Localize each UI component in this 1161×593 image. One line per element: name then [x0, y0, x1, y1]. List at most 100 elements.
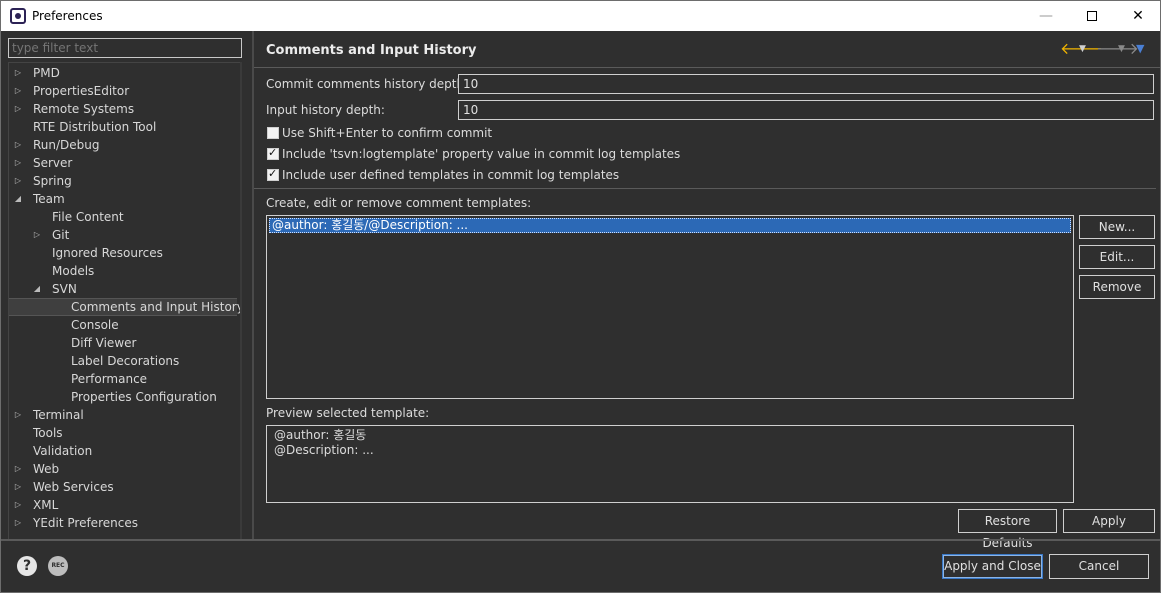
tree-item[interactable]: Performance	[9, 370, 237, 388]
tree-item[interactable]: Spring	[9, 172, 237, 190]
tree-item-label: XML	[33, 498, 59, 512]
tree-item-label: Run/Debug	[33, 138, 100, 152]
collapsed-arrow-icon[interactable]	[13, 514, 23, 532]
close-button[interactable]: ✕	[1115, 1, 1161, 31]
forward-menu-icon[interactable]: ▼	[1118, 40, 1125, 58]
collapsed-arrow-icon[interactable]	[13, 496, 23, 514]
tree-item[interactable]: PMD	[9, 64, 237, 82]
tree-item[interactable]: XML	[9, 496, 237, 514]
remove-template-button[interactable]: Remove	[1079, 275, 1155, 299]
tree-item-label: PropertiesEditor	[33, 84, 130, 98]
commit-depth-field[interactable]: 10	[458, 74, 1154, 94]
tree-item[interactable]: Diff Viewer	[9, 334, 237, 352]
collapsed-arrow-icon[interactable]	[32, 226, 42, 244]
minimize-button[interactable]: —	[1023, 1, 1069, 31]
view-menu-icon[interactable]: ▼	[1136, 40, 1144, 58]
tree-item[interactable]: Git	[9, 226, 237, 244]
tree-item-label: Ignored Resources	[52, 246, 163, 260]
filter-input[interactable]	[8, 38, 242, 58]
collapsed-arrow-icon[interactable]	[13, 64, 23, 82]
shift-enter-label[interactable]: Use Shift+Enter to confirm commit	[282, 126, 492, 140]
user-templates-checkbox[interactable]	[267, 167, 279, 181]
tree-item[interactable]: Validation	[9, 442, 237, 460]
tree-item-label: Properties Configuration	[71, 390, 217, 404]
tree-item-label: File Content	[52, 210, 124, 224]
tree-item[interactable]: SVN	[9, 280, 237, 298]
filter-clear-area	[221, 40, 240, 56]
collapsed-arrow-icon[interactable]	[13, 100, 23, 118]
preview-line: @Description: ...	[274, 443, 374, 457]
tree-item-label: Label Decorations	[71, 354, 180, 368]
apply-and-close-button[interactable]: Apply and Close	[942, 554, 1043, 579]
template-item[interactable]: @author: 홍길동/@Description: ...	[269, 218, 1071, 233]
tree-item[interactable]: Comments and Input History	[9, 298, 242, 316]
edit-template-button[interactable]: Edit...	[1079, 245, 1155, 269]
tree-item[interactable]: YEdit Preferences	[9, 514, 237, 532]
collapsed-arrow-icon[interactable]	[13, 82, 23, 100]
tree-item-label: Web	[33, 462, 60, 476]
maximize-button[interactable]	[1069, 1, 1115, 31]
title-bar: Preferences — ✕	[0, 0, 1161, 31]
tree-item[interactable]: Server	[9, 154, 237, 172]
page-navigation: 🡐 ▼ 🡒 ▼ ▼	[1060, 40, 1156, 58]
tree-item[interactable]: Label Decorations	[9, 352, 237, 370]
tree-item-label: Team	[33, 192, 65, 206]
tree-item-label: Console	[71, 318, 119, 332]
tree-item[interactable]: Tools	[9, 424, 237, 442]
collapsed-arrow-icon[interactable]	[13, 460, 23, 478]
window-title: Preferences	[32, 9, 103, 23]
collapsed-arrow-icon[interactable]	[13, 406, 23, 424]
collapsed-arrow-icon[interactable]	[13, 478, 23, 496]
user-templates-label[interactable]: Include user defined templates in commit…	[282, 168, 619, 182]
cancel-button[interactable]: Cancel	[1049, 554, 1149, 579]
tree-item[interactable]: Team	[9, 190, 237, 208]
rec-icon[interactable]: REC	[48, 556, 68, 576]
tree-item[interactable]: Web Services	[9, 478, 237, 496]
title-separator	[254, 67, 1160, 68]
apply-button[interactable]: Apply	[1063, 509, 1155, 533]
tree-item[interactable]: Properties Configuration	[9, 388, 237, 406]
tsvn-logtemplate-checkbox[interactable]	[267, 146, 279, 160]
tree-item[interactable]: Ignored Resources	[9, 244, 237, 262]
tree-item[interactable]: Run/Debug	[9, 136, 237, 154]
tree-item-label: Spring	[33, 174, 72, 188]
tree-item[interactable]: File Content	[9, 208, 237, 226]
tree-item-label: Web Services	[33, 480, 114, 494]
tree-item-label: Models	[52, 264, 95, 278]
shift-enter-checkbox[interactable]	[267, 127, 279, 139]
collapsed-arrow-icon[interactable]	[13, 154, 23, 172]
collapsed-arrow-icon[interactable]	[13, 172, 23, 190]
templates-list[interactable]: @author: 홍길동/@Description: ...	[266, 215, 1074, 399]
expanded-arrow-icon[interactable]	[32, 280, 42, 298]
tree-item-label: Server	[33, 156, 73, 170]
tree-item[interactable]: Console	[9, 316, 237, 334]
tree-item-label: Tools	[33, 426, 63, 440]
preference-tree-panel: PMD PropertiesEditor Remote Systems RTE Dis…	[1, 31, 253, 540]
tree-scrollbar[interactable]	[240, 62, 242, 540]
input-depth-field[interactable]: 10	[458, 100, 1154, 120]
page-title: Comments and Input History	[266, 43, 477, 58]
input-depth-label: Input history depth:	[266, 103, 385, 117]
templates-label: Create, edit or remove comment templates…	[266, 196, 532, 210]
back-menu-icon[interactable]: ▼	[1079, 40, 1086, 58]
tree-item[interactable]: Terminal	[9, 406, 237, 424]
collapsed-arrow-icon[interactable]	[13, 136, 23, 154]
tree-item[interactable]: Models	[9, 262, 237, 280]
tree-item-label: Terminal	[33, 408, 84, 422]
new-template-button[interactable]: New...	[1079, 215, 1155, 239]
help-icon[interactable]: ?	[17, 556, 37, 576]
tree-item[interactable]: Remote Systems	[9, 100, 237, 118]
tree-item-label: Remote Systems	[33, 102, 135, 116]
tsvn-logtemplate-label[interactable]: Include 'tsvn:logtemplate' property valu…	[282, 147, 680, 161]
restore-defaults-button[interactable]: Restore Defaults	[958, 509, 1057, 550]
section-separator	[254, 188, 1156, 189]
eclipse-app-icon	[10, 8, 26, 24]
expanded-arrow-icon[interactable]	[13, 190, 23, 208]
tree-item-label: Validation	[33, 444, 93, 458]
tree-item[interactable]: Web	[9, 460, 237, 478]
tree-item-label: RTE Distribution Tool	[33, 120, 157, 134]
tree-item-label: YEdit Preferences	[33, 516, 138, 530]
maximize-icon	[1087, 11, 1097, 21]
tree-item[interactable]: PropertiesEditor	[9, 82, 237, 100]
tree-item[interactable]: RTE Distribution Tool	[9, 118, 237, 136]
